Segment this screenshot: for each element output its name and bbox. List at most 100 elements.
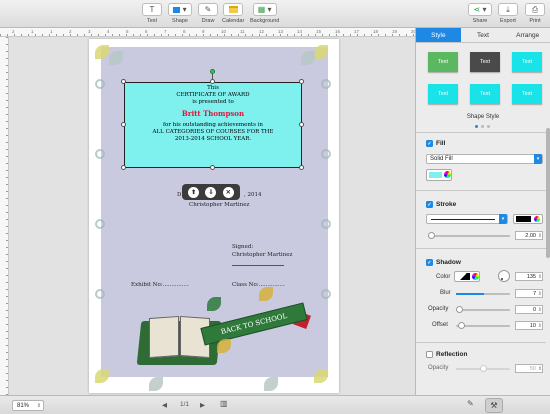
shadow-label: Shadow bbox=[436, 259, 461, 266]
stroke-color-well[interactable] bbox=[513, 214, 543, 224]
resize-handle[interactable] bbox=[210, 165, 215, 170]
shadow-blur-slider[interactable] bbox=[456, 293, 510, 295]
exhibit-label[interactable]: Exhibit No:............... bbox=[131, 282, 189, 288]
presenter-name[interactable]: Christopher Martinez bbox=[189, 202, 249, 208]
reflection-opacity-slider[interactable] bbox=[456, 365, 510, 372]
tools-icon[interactable]: ⚒ bbox=[485, 398, 503, 413]
shadow-opacity-field[interactable]: 0 bbox=[515, 305, 543, 314]
resize-handle[interactable] bbox=[121, 122, 126, 127]
award-line: 2013-2014 SCHOOL YEAR. bbox=[174, 136, 252, 142]
ruler-number: 2 bbox=[69, 29, 72, 34]
document-canvas[interactable]: This CERTIFICATE OF AWARD is presented t… bbox=[9, 37, 415, 395]
stroke-width-slider[interactable] bbox=[428, 232, 510, 239]
export-button[interactable]: ⤓ Export bbox=[498, 3, 518, 24]
reflection-checkbox[interactable] bbox=[426, 351, 433, 358]
fill-color-well[interactable] bbox=[426, 169, 452, 181]
rotation-handle[interactable] bbox=[210, 69, 215, 74]
style-page-dots[interactable] bbox=[475, 125, 490, 128]
slider-knob[interactable] bbox=[456, 306, 463, 313]
fill-checkbox[interactable]: ✓ bbox=[426, 140, 433, 147]
fill-type-select[interactable]: Solid Fill ▾ bbox=[426, 154, 543, 164]
style-swatch[interactable]: Text bbox=[428, 84, 458, 104]
zoom-select[interactable]: 81% ⇕ bbox=[12, 400, 44, 411]
shape-tool-button[interactable]: ▾ Shape bbox=[168, 3, 192, 24]
ruler-number: 16 bbox=[335, 29, 341, 34]
fill-section-header[interactable]: ✓ Fill bbox=[426, 140, 445, 147]
dial-indicator bbox=[501, 278, 503, 280]
bring-forward-button[interactable]: ⬆ bbox=[188, 186, 200, 198]
slider-knob[interactable] bbox=[458, 322, 465, 329]
tab-style[interactable]: Style bbox=[416, 28, 461, 42]
decorative-vine bbox=[95, 219, 105, 229]
ruler-number: 1 bbox=[31, 29, 34, 34]
style-swatch[interactable]: Text bbox=[512, 52, 542, 72]
delete-button[interactable]: ✕ bbox=[222, 186, 234, 198]
award-title: CERTIFICATE OF AWARD bbox=[176, 92, 250, 98]
color-wheel-icon bbox=[534, 216, 540, 222]
style-swatch[interactable]: Text bbox=[428, 52, 458, 72]
reflection-section-header[interactable]: Reflection bbox=[426, 351, 467, 358]
resize-handle[interactable] bbox=[299, 79, 304, 84]
background-tool-button[interactable]: ▦ ▾ Background bbox=[250, 3, 279, 24]
resize-handle[interactable] bbox=[121, 79, 126, 84]
tab-text[interactable]: Text bbox=[461, 28, 506, 42]
ruler-number: 17 bbox=[354, 29, 360, 34]
print-button[interactable]: ⎙ Print bbox=[525, 3, 545, 24]
next-page-icon[interactable]: ▶ bbox=[200, 401, 205, 409]
style-swatch[interactable]: Text bbox=[470, 84, 500, 104]
inspector-scrollbar[interactable] bbox=[546, 128, 550, 258]
shadow-checkbox[interactable]: ✓ bbox=[426, 259, 433, 266]
award-line: This bbox=[207, 85, 219, 91]
tab-arrange[interactable]: Arrange bbox=[505, 28, 550, 42]
prev-page-icon[interactable]: ◀ bbox=[162, 401, 167, 409]
share-button[interactable]: ⋖ ▾ Share bbox=[468, 3, 492, 24]
slider-knob[interactable] bbox=[480, 365, 487, 372]
date-text[interactable]: D bbox=[177, 192, 181, 198]
bottom-bar: 81% ⇕ ◀ 1/1 ▶ ▥ ✎ ⚒ bbox=[0, 395, 550, 414]
date-year[interactable]: , 2014 bbox=[244, 192, 262, 198]
signature-line bbox=[232, 265, 284, 266]
calendar-tool-button[interactable]: Calendar bbox=[222, 3, 244, 24]
resize-handle[interactable] bbox=[121, 165, 126, 170]
inspector-panel: Style Text Arrange Text Text Text Text Text T… bbox=[415, 28, 550, 395]
shadow-section-header[interactable]: ✓ Shadow bbox=[426, 259, 461, 266]
signed-name[interactable]: Christopher Martinez bbox=[232, 252, 292, 258]
resize-handle[interactable] bbox=[299, 165, 304, 170]
text-tool-button[interactable]: T Text bbox=[142, 3, 162, 24]
shadow-angle-field[interactable]: 135 bbox=[515, 272, 543, 281]
signed-label[interactable]: Signed: bbox=[232, 244, 253, 250]
horizontal-ruler bbox=[0, 28, 415, 37]
book-view-icon[interactable]: ▥ bbox=[220, 399, 228, 408]
ruler-number: 6 bbox=[145, 29, 148, 34]
share-icon: ⋖ ▾ bbox=[468, 3, 492, 16]
page-dot[interactable] bbox=[481, 125, 484, 128]
send-backward-button[interactable]: ⇩ bbox=[205, 186, 217, 198]
page-dot[interactable] bbox=[487, 125, 490, 128]
resize-handle[interactable] bbox=[210, 79, 215, 84]
stroke-style-select[interactable]: ▾ bbox=[426, 214, 508, 224]
certificate-page[interactable]: This CERTIFICATE OF AWARD is presented t… bbox=[89, 39, 339, 393]
decorative-leaf bbox=[95, 369, 109, 383]
award-text-box[interactable]: This CERTIFICATE OF AWARD is presented t… bbox=[124, 82, 302, 168]
draw-tool-button[interactable]: ✎ Draw bbox=[198, 3, 218, 24]
style-swatch[interactable]: Text bbox=[470, 52, 500, 72]
resize-handle[interactable] bbox=[299, 122, 304, 127]
shadow-offset-field[interactable]: 10 bbox=[515, 321, 543, 330]
shadow-blur-label: Blur bbox=[440, 290, 451, 296]
reflection-opacity-field[interactable]: 50 bbox=[515, 364, 543, 373]
stroke-width-field[interactable]: 2.00 bbox=[515, 231, 543, 240]
shadow-blur-field[interactable]: 7 bbox=[515, 289, 543, 298]
shadow-offset-label: Offset bbox=[432, 322, 448, 328]
shadow-angle-dial[interactable] bbox=[498, 270, 510, 282]
page-dot[interactable] bbox=[475, 125, 478, 128]
shadow-opacity-slider[interactable] bbox=[456, 306, 510, 313]
stroke-checkbox[interactable]: ✓ bbox=[426, 201, 433, 208]
text-icon: T bbox=[142, 3, 162, 16]
slider-knob[interactable] bbox=[428, 232, 435, 239]
style-swatch[interactable]: Text bbox=[512, 84, 542, 104]
shadow-color-well[interactable] bbox=[454, 271, 480, 282]
edit-icon[interactable]: ✎ bbox=[467, 399, 474, 408]
stroke-section-header[interactable]: ✓ Stroke bbox=[426, 201, 456, 208]
shadow-offset-slider[interactable] bbox=[456, 322, 510, 329]
class-label[interactable]: Class No:............... bbox=[232, 282, 285, 288]
